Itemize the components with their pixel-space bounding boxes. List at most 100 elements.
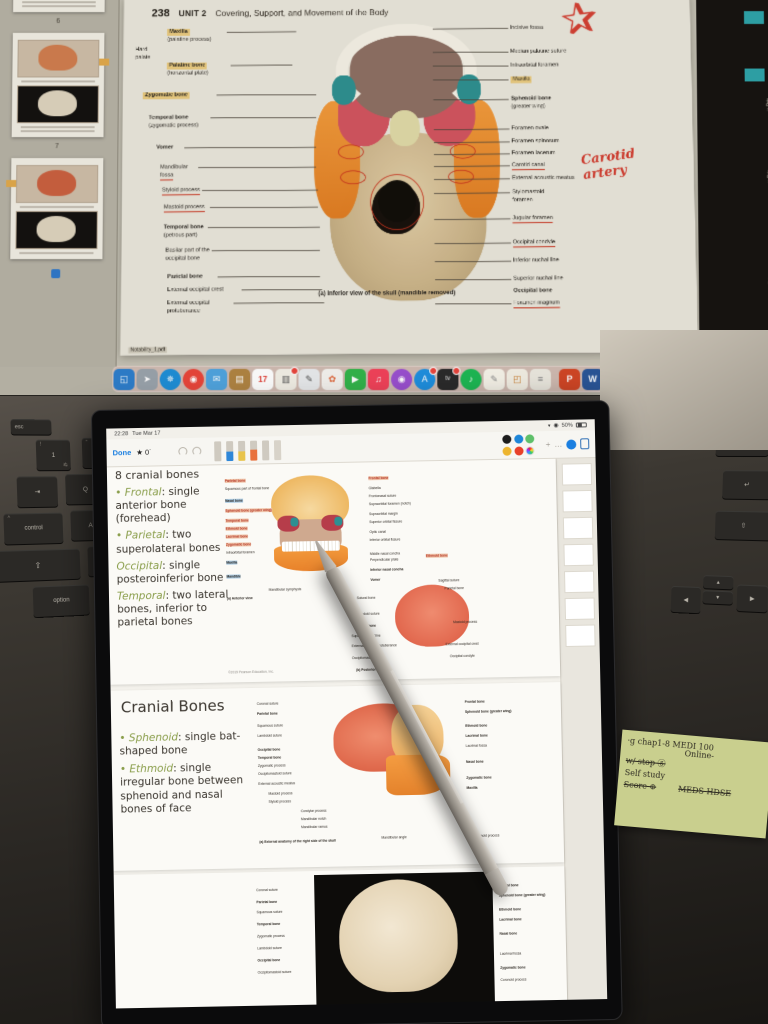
facetime-icon[interactable]: ▶ xyxy=(345,368,366,389)
label-carotid-canal: Carotid canal xyxy=(512,162,545,170)
key-1[interactable]: ! 1 ぬ xyxy=(36,440,71,471)
ipad-screen[interactable]: 22:28 Tue Mar 17 ▾ ◉ 50% Done ★ 0˙ + … 8… xyxy=(106,419,607,1008)
chrome-icon[interactable]: ◉ xyxy=(183,368,204,389)
ipad-label-lacrimal-fossa: Lacrimal fossa xyxy=(466,743,487,748)
strip-thumbnail[interactable] xyxy=(564,571,594,594)
calendar-icon[interactable]: 17 xyxy=(252,368,273,389)
tv-icon[interactable]: tv xyxy=(437,368,458,389)
ipad3-label-lacrimal-bone: Lacrimal bone xyxy=(499,917,521,922)
toolbar-right-actions[interactable]: + … xyxy=(546,438,590,450)
label-zygomatic-bone: Zygomatic bone xyxy=(143,92,190,99)
key-option[interactable]: option xyxy=(33,584,90,617)
note-term-frontal: Frontal xyxy=(125,486,162,499)
add-button[interactable]: + xyxy=(546,440,551,449)
strip-thumbnail[interactable] xyxy=(563,544,593,567)
sidebar-view-button[interactable] xyxy=(51,269,60,278)
note-content[interactable]: 8 cranial bones • Frontal: single anteri… xyxy=(107,458,607,1008)
podcasts-icon[interactable]: ◉ xyxy=(391,368,412,389)
photos-icon[interactable]: ✿ xyxy=(322,368,343,389)
pages-icon[interactable]: ✎ xyxy=(484,368,505,389)
contacts-icon[interactable]: ▥ xyxy=(275,368,296,389)
pdf-thumbnail-sidebar[interactable]: 6 7 xyxy=(0,0,120,367)
strip-thumbnail[interactable] xyxy=(564,598,594,621)
key-control[interactable]: ^ control xyxy=(3,513,63,545)
label-stylomastoid-foramen: Stylomastoid xyxy=(512,189,544,196)
thumbnail-page-7[interactable] xyxy=(11,33,104,137)
color-custom[interactable] xyxy=(526,446,535,455)
color-swatches[interactable] xyxy=(503,435,535,456)
eraser-tool[interactable] xyxy=(214,441,221,461)
ruler-tool[interactable] xyxy=(274,440,281,460)
color-blue[interactable] xyxy=(514,435,523,444)
key-shift[interactable]: ⇧ xyxy=(0,549,81,582)
strip-thumbnail[interactable] xyxy=(562,490,592,512)
keynote-icon[interactable]: ◰ xyxy=(507,368,528,389)
powerpoint-icon[interactable]: P xyxy=(559,368,580,389)
share-icon[interactable] xyxy=(580,438,589,449)
more-button[interactable]: … xyxy=(554,440,562,449)
label-median-palatine-suture: Median palatine suture xyxy=(510,48,566,55)
figure-caption: (a) Inferior view of the skull (mandible… xyxy=(318,290,455,297)
desktop-file-1[interactable]: ...pdf xyxy=(763,98,768,111)
marker-tool[interactable] xyxy=(238,440,245,460)
word-doc-icon[interactable]: ≡ xyxy=(530,368,551,389)
mail-icon[interactable]: ✉ xyxy=(206,368,227,389)
account-avatar[interactable] xyxy=(566,439,576,449)
strip-thumbnail[interactable] xyxy=(561,463,591,485)
ipad3-label-lambdoid-suture: Lambdoid suture xyxy=(257,946,282,951)
ipad3-label-zygomatic-bone: Zygomatic bone xyxy=(500,965,525,970)
strip-thumbnail[interactable] xyxy=(562,517,592,539)
ipad3-label-lacrimal-fossa: Lacrimal fossa xyxy=(500,951,521,956)
key-arrow-down[interactable]: ▼ xyxy=(703,590,734,604)
pen-tool[interactable] xyxy=(226,441,233,461)
sticky-note: ·g chap1-8 MEDI 100 Online- w/ stop ⓖ Se… xyxy=(614,730,768,839)
strip-thumbnail[interactable] xyxy=(565,624,595,647)
label-external-occipital-protuberance-sub: protuberance xyxy=(167,308,200,315)
label-superior-nuchal-line: Superior nuchal line xyxy=(513,276,563,283)
thumbnail-page-6[interactable] xyxy=(13,0,105,12)
thumbnail-page-8[interactable] xyxy=(10,158,103,259)
key-shift-right[interactable]: ⇧ xyxy=(715,511,768,541)
star-rating-label[interactable]: ★ 0˙ xyxy=(136,448,152,457)
tool-palette[interactable] xyxy=(178,440,281,462)
music-icon[interactable]: ♫ xyxy=(368,368,389,389)
ipad3-label-coronal-suture: Coronal suture xyxy=(256,888,278,893)
ipad-label-parietal-bone-post: Parietal bone xyxy=(444,586,463,590)
preview-icon[interactable]: ✎ xyxy=(298,368,319,389)
finder-icon[interactable]: ◱ xyxy=(113,368,134,389)
pencil-tool[interactable] xyxy=(262,440,269,460)
done-button[interactable]: Done xyxy=(113,448,132,457)
highlighter-tool[interactable] xyxy=(250,440,257,460)
label-foramen-ovale: Foramen ovale xyxy=(511,125,548,132)
color-green[interactable] xyxy=(526,435,535,444)
notes-icon[interactable]: ▤ xyxy=(229,368,250,389)
key-return[interactable]: ↵ xyxy=(722,470,768,499)
note-term-parietal: Parietal xyxy=(125,529,165,542)
label-incisive-fossa: Incisive fossa xyxy=(510,25,543,32)
pdf-page-view[interactable]: 238 UNIT 2 Covering, Support, and Moveme… xyxy=(117,0,700,367)
key-tab[interactable]: ⇥ xyxy=(17,476,59,507)
color-red[interactable] xyxy=(514,446,523,455)
safari-icon[interactable]: ✵ xyxy=(160,368,181,389)
wifi-arc-icon: ◉ xyxy=(553,422,558,429)
ipad-label-supraorbital-foramen: Supraorbital foramen (notch) xyxy=(369,501,411,506)
macos-dock[interactable]: ◱ ➤ ✵ ◉ ✉ ▤ 17 ▥ ✎ ✿ ▶ ♫ ◉ A tv ♪ ✎ ◰ ≡ xyxy=(112,366,627,392)
note-term-sphenoid: Sphenoid xyxy=(129,731,178,744)
app-store-icon[interactable]: A xyxy=(414,368,435,389)
key-arrow-left[interactable]: ◀ xyxy=(671,586,701,613)
ipad-label-temporal-bone: Temporal bone xyxy=(225,518,248,523)
ipad-label-middle-nasal-concha: Middle nasal concha xyxy=(370,551,400,556)
redo-icon[interactable] xyxy=(193,447,202,456)
bullet-dot: • xyxy=(115,487,121,499)
label-external-occipital-protuberance: External occipital xyxy=(167,300,210,307)
color-yellow[interactable] xyxy=(503,446,512,455)
color-black[interactable] xyxy=(503,435,512,444)
key-arrow-up[interactable]: ▲ xyxy=(703,575,734,589)
desktop-file-2[interactable]: ...pdf xyxy=(764,170,768,183)
launchpad-icon[interactable]: ➤ xyxy=(137,368,158,389)
ipad-device[interactable]: 22:28 Tue Mar 17 ▾ ◉ 50% Done ★ 0˙ + … 8… xyxy=(91,400,623,1024)
key-esc[interactable]: esc xyxy=(10,419,51,435)
key-arrow-right[interactable]: ▶ xyxy=(736,584,768,612)
spotify-icon[interactable]: ♪ xyxy=(460,368,481,389)
undo-icon[interactable] xyxy=(179,447,188,456)
